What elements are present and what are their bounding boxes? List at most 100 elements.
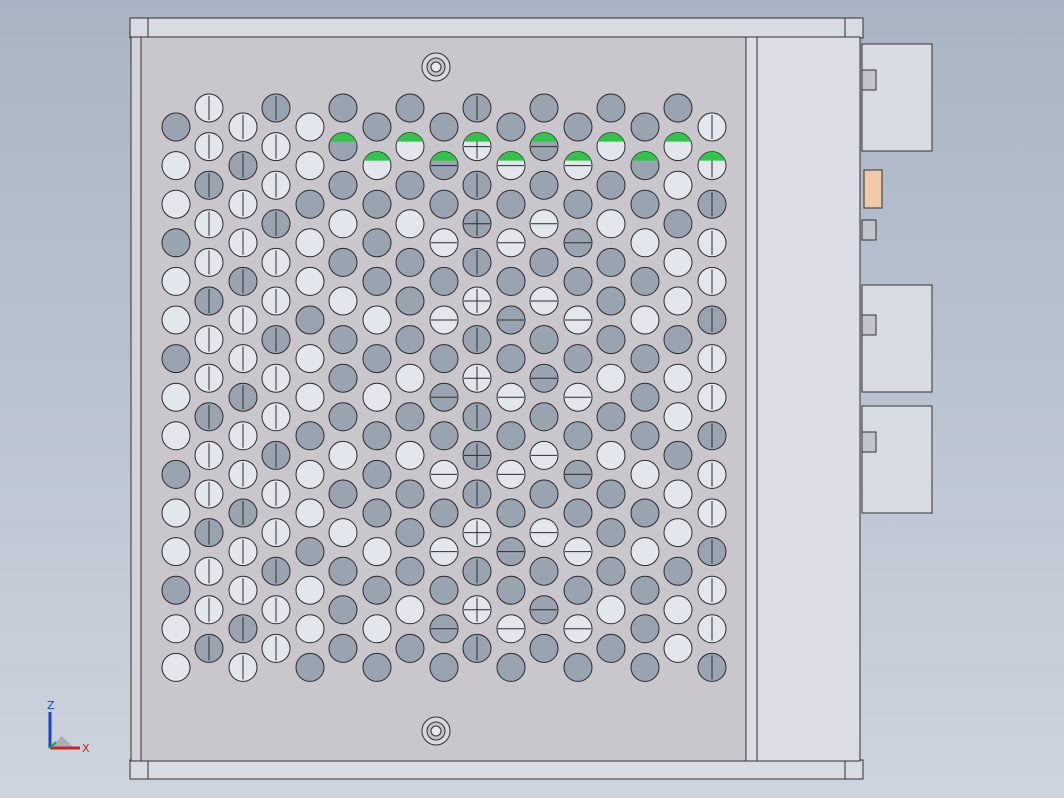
vent-hole — [496, 575, 526, 605]
vent-hole — [462, 132, 492, 162]
vent-hole — [630, 421, 660, 451]
vent-hole — [429, 459, 459, 489]
vent-hole — [429, 266, 459, 296]
vent-hole — [194, 440, 224, 470]
vent-hole — [261, 595, 291, 625]
vent-hole — [462, 170, 492, 200]
vent-hole — [596, 93, 626, 123]
vent-hole — [529, 286, 559, 316]
vent-hole — [395, 325, 425, 355]
vent-hole — [663, 363, 693, 393]
vent-hole — [496, 537, 526, 567]
vent-hole — [395, 363, 425, 393]
terminal-block[interactable] — [861, 43, 933, 152]
terminal-block[interactable] — [861, 284, 933, 393]
vent-hole — [261, 209, 291, 239]
vent-hole — [663, 440, 693, 470]
vent-hole — [462, 595, 492, 625]
vent-hole — [362, 344, 392, 374]
vent-hole — [663, 595, 693, 625]
terminal-block[interactable] — [861, 405, 933, 514]
vent-hole — [697, 498, 727, 528]
vent-hole — [563, 305, 593, 335]
vent-hole — [194, 132, 224, 162]
vent-hole — [161, 266, 191, 296]
vent-hole — [563, 652, 593, 682]
vent-hole — [295, 614, 325, 644]
vent-hole — [596, 132, 626, 162]
vent-hole — [462, 363, 492, 393]
vent-hole — [563, 614, 593, 644]
vent-hole — [328, 132, 358, 162]
vent-hole — [228, 382, 258, 412]
vent-hole — [161, 344, 191, 374]
vent-hole — [362, 421, 392, 451]
top-rail — [129, 17, 864, 39]
vent-hole — [362, 228, 392, 258]
terminal-screw — [861, 69, 877, 91]
vent-hole — [563, 151, 593, 181]
vent-hole — [596, 363, 626, 393]
vent-hole — [161, 652, 191, 682]
vent-hole — [362, 151, 392, 181]
vent-hole — [295, 652, 325, 682]
vent-hole — [496, 421, 526, 451]
vent-hole — [395, 556, 425, 586]
vent-hole — [563, 498, 593, 528]
vent-hole — [563, 459, 593, 489]
vent-hole — [563, 266, 593, 296]
vent-hole — [563, 189, 593, 219]
vent-hole — [161, 382, 191, 412]
vent-hole — [529, 402, 559, 432]
vent-hole — [194, 93, 224, 123]
vent-hole — [663, 556, 693, 586]
triad-xy-plane — [50, 736, 74, 748]
vent-hole — [228, 421, 258, 451]
vent-hole — [697, 344, 727, 374]
vent-hole — [362, 266, 392, 296]
vent-hole — [663, 479, 693, 509]
vent-hole — [295, 537, 325, 567]
vent-hole — [395, 170, 425, 200]
vent-hole — [663, 247, 693, 277]
terminal-screw — [861, 314, 877, 336]
vent-hole — [328, 402, 358, 432]
vent-hole — [228, 575, 258, 605]
mounting-screw-top[interactable] — [421, 52, 451, 82]
vent-hole — [194, 518, 224, 548]
vent-hole — [697, 151, 727, 181]
vent-hole — [697, 575, 727, 605]
vent-hole — [161, 459, 191, 489]
vent-hole — [362, 459, 392, 489]
vent-hole — [630, 382, 660, 412]
vent-hole — [462, 286, 492, 316]
vent-hole — [697, 112, 727, 142]
mounting-screw-bottom[interactable] — [421, 716, 451, 746]
vent-hole — [395, 132, 425, 162]
vent-hole — [429, 382, 459, 412]
vent-hole — [395, 633, 425, 663]
vent-hole — [429, 112, 459, 142]
vent-hole — [529, 325, 559, 355]
vent-hole — [261, 556, 291, 586]
housing-side-edge — [130, 36, 142, 762]
vent-hole — [596, 633, 626, 663]
vent-hole — [529, 556, 559, 586]
end-cap-panel[interactable] — [745, 36, 861, 762]
vent-hole — [228, 189, 258, 219]
vent-hole — [194, 209, 224, 239]
vent-hole — [462, 633, 492, 663]
vent-hole — [261, 286, 291, 316]
indicator-led — [863, 169, 883, 209]
vent-hole — [563, 112, 593, 142]
vent-hole — [596, 518, 626, 548]
vent-hole — [496, 459, 526, 489]
vent-hole — [429, 421, 459, 451]
vent-hole — [295, 228, 325, 258]
vent-hole — [395, 93, 425, 123]
vent-hole — [228, 112, 258, 142]
vent-hole — [663, 93, 693, 123]
vent-hole — [630, 266, 660, 296]
vent-hole — [328, 247, 358, 277]
cad-viewport[interactable] — [0, 0, 1064, 798]
